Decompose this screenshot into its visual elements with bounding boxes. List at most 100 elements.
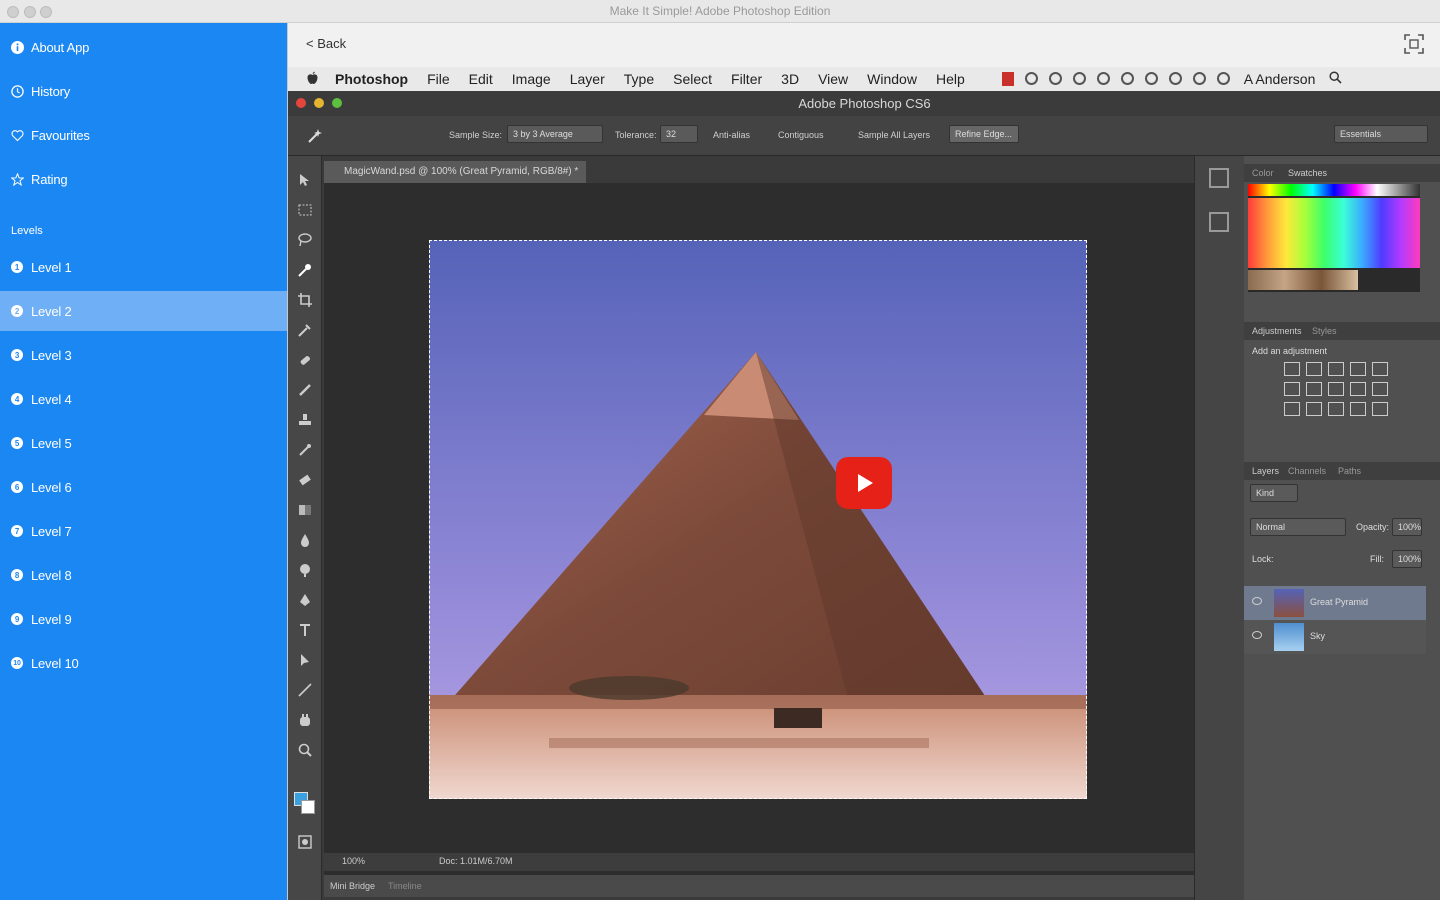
video-ps-bottom-bar: Mini Bridge Timeline xyxy=(324,875,1194,897)
video-adjust-hint: Add an adjustment xyxy=(1252,346,1328,356)
sidebar-item-label: Level 3 xyxy=(31,347,72,363)
marquee-tool-icon xyxy=(297,202,313,218)
level-number-icon: 8 xyxy=(11,569,23,581)
sidebar-item-about-app[interactable]: About App xyxy=(0,27,287,67)
heart-icon xyxy=(11,129,24,142)
video-status-icons xyxy=(1001,72,1230,86)
navigation-bar: < Back xyxy=(288,23,1440,67)
sidebar-item-level-1[interactable]: 1 Level 1 xyxy=(0,247,287,287)
sidebar-item-level-4[interactable]: 4 Level 4 xyxy=(0,379,287,419)
dodge-tool-icon xyxy=(297,562,313,578)
background-color-swatch xyxy=(301,800,315,814)
zoom-tool-icon xyxy=(297,742,313,758)
sidebar-item-label: History xyxy=(31,83,71,99)
history-panel-icon xyxy=(1209,168,1229,188)
sidebar-item-level-7[interactable]: 7 Level 7 xyxy=(0,511,287,551)
sidebar-item-rating[interactable]: Rating xyxy=(0,159,287,199)
sidebar-item-favourites[interactable]: Favourites xyxy=(0,115,287,155)
video-menu-filter: Filter xyxy=(731,71,763,87)
sidebar-item-label: Level 2 xyxy=(31,303,72,319)
video-status-zoom: 100% xyxy=(342,856,366,866)
sidebar-item-level-8[interactable]: 8 Level 8 xyxy=(0,555,287,595)
app-window: Make It Simple! Adobe Photoshop Edition … xyxy=(0,0,1440,900)
play-video-button[interactable] xyxy=(836,457,892,509)
sidebar-item-label: Level 4 xyxy=(31,391,72,407)
properties-panel-icon xyxy=(1209,212,1229,232)
sidebar: About App History Favourites Rating Leve… xyxy=(0,23,287,900)
pen-tool-icon xyxy=(297,592,313,608)
brush-tool-icon xyxy=(297,382,313,398)
video-opt-sample-size-value: 3 by 3 Average xyxy=(507,125,603,143)
video-opt-anti-alias: Anti-alias xyxy=(713,130,751,140)
video-opt-sample-size-label: Sample Size: xyxy=(449,130,503,140)
clock-icon xyxy=(11,84,24,98)
magic-wand-tool-icon xyxy=(297,262,313,278)
video-layer-blend: Normal xyxy=(1250,518,1346,536)
video-color-panel-head: Color Swatches xyxy=(1244,164,1440,182)
crop-tool-icon xyxy=(297,292,313,308)
video-ps-toolbox xyxy=(288,156,322,900)
magic-wand-icon xyxy=(306,127,324,145)
level-number-icon: 2 xyxy=(11,305,23,317)
video-layer-kind: Kind xyxy=(1250,484,1298,502)
eyedropper-tool-icon xyxy=(297,322,313,338)
video-opt-tolerance-value: 32 xyxy=(660,125,698,143)
main-content: < Back Photoshop File Edit Image Layer T… xyxy=(287,23,1440,900)
video-fill-value: 100% xyxy=(1392,550,1422,568)
sidebar-item-history[interactable]: History xyxy=(0,71,287,111)
video-layer-great-pyramid: Great Pyramid xyxy=(1244,586,1426,620)
video-opt-refine-edge: Refine Edge... xyxy=(949,125,1019,143)
level-number-icon: 3 xyxy=(11,349,23,361)
sidebar-item-label: Level 10 xyxy=(31,655,79,671)
video-opt-contiguous: Contiguous xyxy=(778,130,824,140)
sidebar-item-label: Level 7 xyxy=(31,523,72,539)
sidebar-item-label: Level 8 xyxy=(31,567,72,583)
level-number-icon: 7 xyxy=(11,525,23,537)
level-number-icon: 10 xyxy=(11,657,23,669)
back-button[interactable]: < Back xyxy=(306,36,346,51)
type-tool-icon xyxy=(297,622,313,638)
star-icon xyxy=(11,172,24,186)
video-layers-panel-head: Layers Channels Paths xyxy=(1244,462,1440,480)
level-number-icon: 6 xyxy=(11,481,23,493)
sidebar-item-level-10[interactable]: 10 Level 10 xyxy=(0,643,287,683)
sidebar-item-level-3[interactable]: 3 Level 3 xyxy=(0,335,287,375)
sidebar-item-label: About App xyxy=(31,39,90,55)
video-menu-user: A Anderson xyxy=(1243,71,1316,87)
eraser-tool-icon xyxy=(297,472,313,488)
video-player[interactable]: Photoshop File Edit Image Layer Type Sel… xyxy=(288,67,1440,900)
info-icon xyxy=(11,40,24,54)
swatches-grid xyxy=(1248,184,1420,292)
sidebar-item-level-9[interactable]: 9 Level 9 xyxy=(0,599,287,639)
video-ps-titlebar: Adobe Photoshop CS6 xyxy=(288,91,1440,116)
video-menu-image: Image xyxy=(511,71,551,87)
video-adjustments-panel-head: Adjustments Styles xyxy=(1244,322,1440,340)
video-opt-workspace: Essentials xyxy=(1334,125,1428,143)
video-fill-label: Fill: xyxy=(1370,554,1384,564)
video-status-doc: Doc: 1.01M/6.70M xyxy=(439,856,513,866)
stamp-tool-icon xyxy=(297,412,313,428)
sidebar-item-level-5[interactable]: 5 Level 5 xyxy=(0,423,287,463)
fullscreen-icon[interactable] xyxy=(1403,33,1425,55)
video-ps-right-dock xyxy=(1194,156,1244,900)
video-opacity-label: Opacity: xyxy=(1356,522,1390,532)
video-mac-menubar: Photoshop File Edit Image Layer Type Sel… xyxy=(288,67,1440,91)
sidebar-item-level-6[interactable]: 6 Level 6 xyxy=(0,467,287,507)
video-menu-file: File xyxy=(427,71,450,87)
sidebar-item-level-2[interactable]: 2 Level 2 xyxy=(0,291,287,331)
video-ps-options-bar: Sample Size: 3 by 3 Average Tolerance: 3… xyxy=(288,116,1440,156)
blur-tool-icon xyxy=(297,532,313,548)
history-brush-tool-icon xyxy=(297,442,313,458)
move-tool-icon xyxy=(297,172,313,188)
video-menu-type: Type xyxy=(623,71,655,87)
spotlight-icon xyxy=(1329,71,1342,87)
apple-icon xyxy=(306,71,319,88)
lasso-tool-icon xyxy=(297,232,313,248)
video-menu-view: View xyxy=(818,71,849,87)
pyramid-photo xyxy=(429,240,1087,799)
gradient-tool-icon xyxy=(297,502,313,518)
video-layer-sky: Sky xyxy=(1244,620,1426,654)
video-lock-label: Lock: xyxy=(1252,554,1274,564)
video-opt-tolerance-label: Tolerance: xyxy=(615,130,657,140)
video-tab-timeline: Timeline xyxy=(388,881,422,891)
